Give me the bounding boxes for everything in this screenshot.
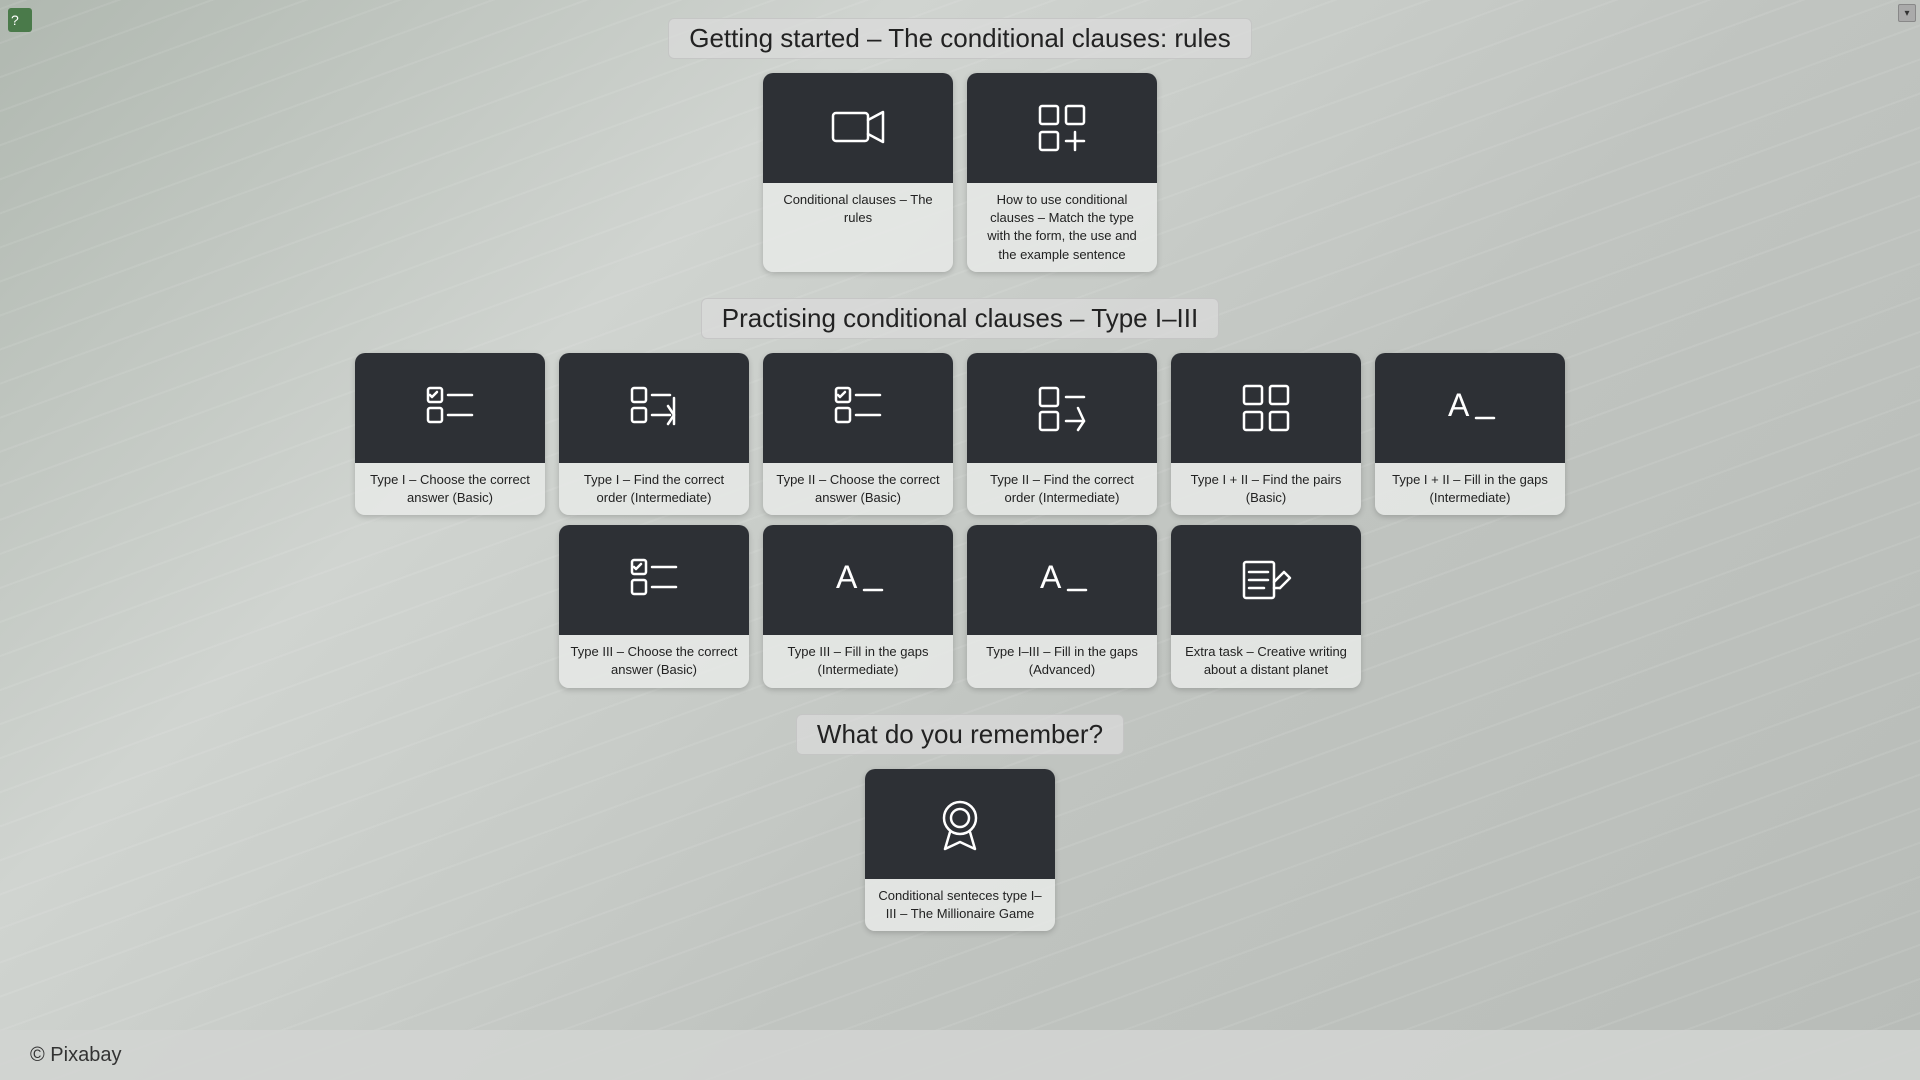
practising-row1: Type I – Choose the correct answer (Basi…: [355, 353, 1565, 515]
card-extra-task[interactable]: Extra task – Creative writing about a di…: [1171, 525, 1361, 687]
card-icon-area: [1171, 525, 1361, 635]
card-icon-area: A: [1375, 353, 1565, 463]
grid-down-icon: [1032, 378, 1092, 438]
card-type2-order[interactable]: Type II – Find the correct order (Interm…: [967, 353, 1157, 515]
card-label: Conditional clauses – The rules: [763, 183, 953, 235]
card-icon-area: [355, 353, 545, 463]
card-label: How to use conditional clauses – Match t…: [967, 183, 1157, 272]
award-icon: [930, 794, 990, 854]
card-icon-area: A: [967, 525, 1157, 635]
write-icon: [1236, 550, 1296, 610]
card-label: Conditional senteces type I–III – The Mi…: [865, 879, 1055, 931]
list-check2-icon: [828, 378, 888, 438]
card-type3-fill[interactable]: A Type III – Fill in the gaps (Intermedi…: [763, 525, 953, 687]
card-label: Type III – Choose the correct answer (Ba…: [559, 635, 749, 687]
svg-text:?: ?: [11, 12, 19, 28]
list-down-icon: [624, 378, 684, 438]
card-type12-pairs[interactable]: Type I + II – Find the pairs (Basic): [1171, 353, 1361, 515]
card-icon-area: A: [763, 525, 953, 635]
card-icon-area: [559, 525, 749, 635]
card-label: Type I–III – Fill in the gaps (Advanced): [967, 635, 1157, 687]
card-type12-fill[interactable]: A Type I + II – Fill in the gaps (Interm…: [1375, 353, 1565, 515]
card-icon-area: [559, 353, 749, 463]
card-how-to-use[interactable]: How to use conditional clauses – Match t…: [967, 73, 1157, 272]
app-icon: ?: [8, 8, 32, 32]
card-icon-area: [763, 353, 953, 463]
grid4-icon: [1236, 378, 1296, 438]
card-conditional-rules[interactable]: Conditional clauses – The rules: [763, 73, 953, 272]
practising-row2: Type III – Choose the correct answer (Ba…: [559, 525, 1361, 687]
list-check3-icon: [624, 550, 684, 610]
card-icon-area: [1171, 353, 1361, 463]
section1-cards-row: Conditional clauses – The rules How to u…: [763, 73, 1157, 272]
card-label: Type I + II – Find the pairs (Basic): [1171, 463, 1361, 515]
card-label: Type II – Choose the correct answer (Bas…: [763, 463, 953, 515]
card-icon-area: [865, 769, 1055, 879]
remember-cards-row: Conditional senteces type I–III – The Mi…: [865, 769, 1055, 931]
fill-gaps-icon: A: [1440, 378, 1500, 438]
card-type2-choose[interactable]: Type II – Choose the correct answer (Bas…: [763, 353, 953, 515]
video-icon: [828, 98, 888, 158]
svg-text:A: A: [1040, 559, 1062, 595]
fill-gaps2-icon: A: [828, 550, 888, 610]
copyright-text: © Pixabay: [30, 1044, 121, 1067]
main-content: Getting started – The conditional clause…: [0, 0, 1920, 941]
card-label: Type I – Choose the correct answer (Basi…: [355, 463, 545, 515]
list-check-icon: [420, 378, 480, 438]
card-millionaire[interactable]: Conditional senteces type I–III – The Mi…: [865, 769, 1055, 931]
card-icon-area: [763, 73, 953, 183]
window-controls: ▾: [1898, 4, 1916, 22]
card-type1-order[interactable]: Type I – Find the correct order (Interme…: [559, 353, 749, 515]
svg-text:A: A: [836, 559, 858, 595]
svg-text:A: A: [1448, 387, 1470, 423]
card-type1-choose[interactable]: Type I – Choose the correct answer (Basi…: [355, 353, 545, 515]
footer: © Pixabay: [0, 1030, 1920, 1080]
card-label: Extra task – Creative writing about a di…: [1171, 635, 1361, 687]
card-icon-area: [967, 353, 1157, 463]
grid-plus-icon: [1032, 98, 1092, 158]
card-label: Type I – Find the correct order (Interme…: [559, 463, 749, 515]
card-type123-fill[interactable]: A Type I–III – Fill in the gaps (Advance…: [967, 525, 1157, 687]
remember-title: What do you remember?: [796, 714, 1124, 755]
card-label: Type II – Find the correct order (Interm…: [967, 463, 1157, 515]
scroll-indicator: ▾: [1898, 4, 1916, 22]
card-type3-choose[interactable]: Type III – Choose the correct answer (Ba…: [559, 525, 749, 687]
section2-title: Practising conditional clauses – Type I–…: [701, 298, 1219, 339]
card-label: Type I + II – Fill in the gaps (Intermed…: [1375, 463, 1565, 515]
card-label: Type III – Fill in the gaps (Intermediat…: [763, 635, 953, 687]
section1-title: Getting started – The conditional clause…: [668, 18, 1252, 59]
fill-gaps3-icon: A: [1032, 550, 1092, 610]
card-icon-area: [967, 73, 1157, 183]
